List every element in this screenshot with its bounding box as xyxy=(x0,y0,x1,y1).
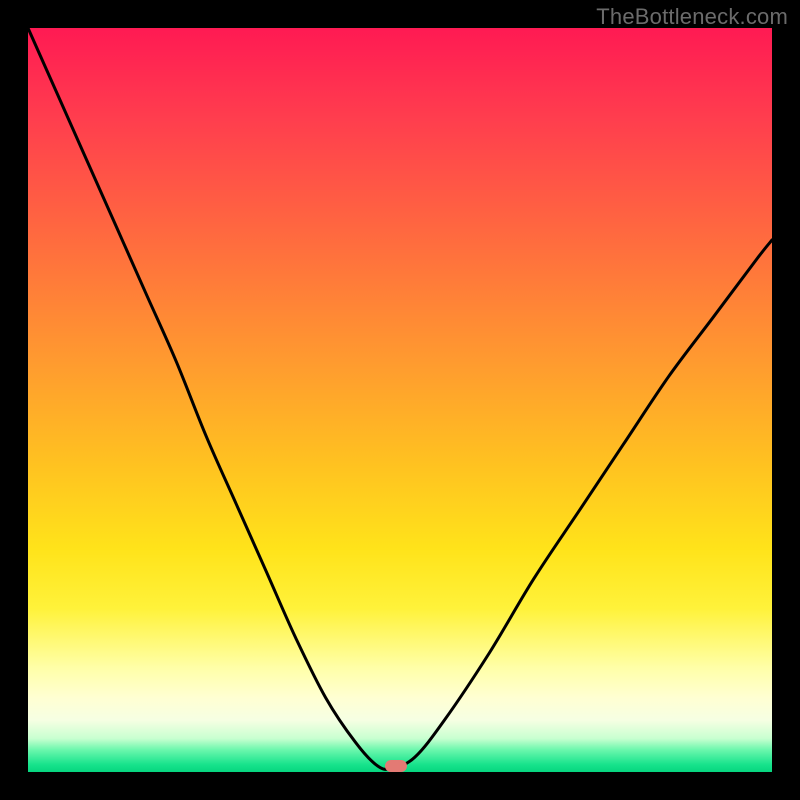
chart-frame: TheBottleneck.com xyxy=(0,0,800,800)
plot-area xyxy=(28,28,772,772)
curve-path xyxy=(28,28,772,769)
optimum-marker xyxy=(385,760,407,772)
bottleneck-curve xyxy=(28,28,772,772)
watermark-text: TheBottleneck.com xyxy=(596,4,788,30)
